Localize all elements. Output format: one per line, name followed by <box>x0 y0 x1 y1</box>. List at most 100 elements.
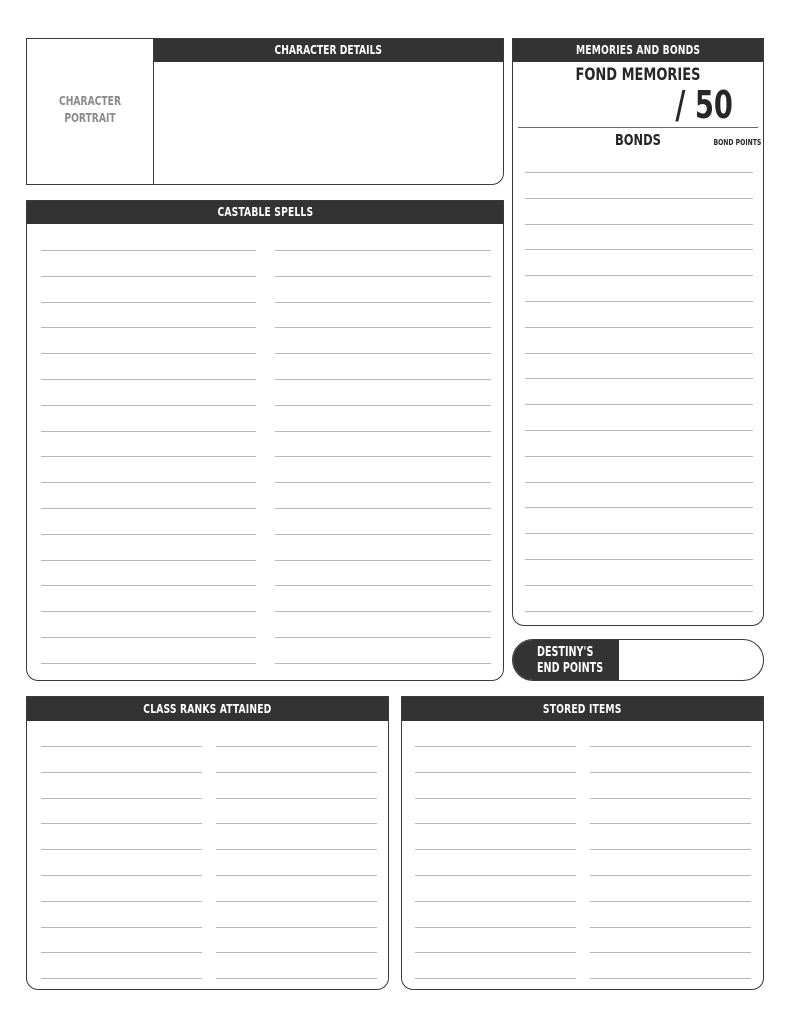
class-ranks-lines[interactable] <box>27 697 388 989</box>
writing-line[interactable] <box>41 301 256 303</box>
writing-line[interactable] <box>41 508 256 509</box>
writing-line[interactable] <box>525 301 753 302</box>
writing-line[interactable] <box>41 559 256 561</box>
writing-line[interactable] <box>275 611 491 613</box>
writing-line[interactable] <box>415 978 576 980</box>
writing-line[interactable] <box>415 797 576 799</box>
stored-items-lines[interactable] <box>402 697 763 989</box>
writing-line[interactable] <box>590 875 751 876</box>
writing-line[interactable] <box>41 746 202 747</box>
writing-line[interactable] <box>275 275 491 277</box>
writing-line[interactable] <box>41 456 256 458</box>
character-details-field[interactable] <box>154 62 503 184</box>
writing-line[interactable] <box>41 900 202 902</box>
writing-line[interactable] <box>275 508 491 509</box>
writing-line[interactable] <box>41 353 256 355</box>
writing-line[interactable] <box>41 875 202 876</box>
writing-line[interactable] <box>525 584 753 586</box>
writing-line[interactable] <box>415 746 576 747</box>
writing-line[interactable] <box>41 978 202 980</box>
writing-line[interactable] <box>275 482 491 484</box>
bonds-lines[interactable] <box>513 39 763 625</box>
writing-line[interactable] <box>525 455 753 457</box>
writing-line[interactable] <box>275 533 491 535</box>
writing-line[interactable] <box>525 197 753 199</box>
writing-line[interactable] <box>275 250 491 251</box>
writing-line[interactable] <box>41 275 256 277</box>
writing-line[interactable] <box>590 823 751 825</box>
writing-line[interactable] <box>525 249 753 251</box>
writing-line[interactable] <box>525 507 753 509</box>
writing-line[interactable] <box>525 326 753 328</box>
writing-line[interactable] <box>216 952 377 954</box>
writing-line[interactable] <box>41 771 202 773</box>
writing-line[interactable] <box>590 746 751 747</box>
writing-line[interactable] <box>41 379 256 380</box>
writing-line[interactable] <box>216 900 377 902</box>
writing-line[interactable] <box>275 456 491 458</box>
writing-line[interactable] <box>525 378 753 380</box>
writing-line[interactable] <box>41 637 256 638</box>
writing-line[interactable] <box>41 926 202 928</box>
spell-lines[interactable] <box>27 201 503 680</box>
writing-line[interactable] <box>41 533 256 535</box>
writing-line[interactable] <box>41 585 256 587</box>
writing-line[interactable] <box>216 849 377 851</box>
writing-line[interactable] <box>525 533 753 535</box>
writing-line[interactable] <box>216 875 377 876</box>
writing-line[interactable] <box>41 327 256 329</box>
writing-line[interactable] <box>415 875 576 876</box>
writing-line[interactable] <box>590 849 751 851</box>
writing-line[interactable] <box>590 900 751 902</box>
writing-line[interactable] <box>415 900 576 902</box>
writing-line[interactable] <box>590 952 751 954</box>
writing-line[interactable] <box>590 771 751 773</box>
writing-line[interactable] <box>275 379 491 380</box>
writing-line[interactable] <box>275 404 491 406</box>
writing-line[interactable] <box>41 250 256 251</box>
writing-line[interactable] <box>275 301 491 303</box>
portrait-label-line1: CHARACTER <box>58 94 122 108</box>
writing-line[interactable] <box>41 797 202 799</box>
writing-line[interactable] <box>275 585 491 587</box>
writing-line[interactable] <box>275 662 491 664</box>
writing-line[interactable] <box>216 797 377 799</box>
writing-line[interactable] <box>275 559 491 561</box>
destiny-end-points-input[interactable] <box>619 640 763 680</box>
writing-line[interactable] <box>415 849 576 851</box>
writing-line[interactable] <box>275 637 491 638</box>
writing-line[interactable] <box>525 172 753 173</box>
writing-line[interactable] <box>415 823 576 825</box>
writing-line[interactable] <box>216 823 377 825</box>
writing-line[interactable] <box>525 404 753 406</box>
writing-line[interactable] <box>415 771 576 773</box>
writing-line[interactable] <box>216 771 377 773</box>
writing-line[interactable] <box>41 404 256 406</box>
writing-line[interactable] <box>590 797 751 799</box>
writing-line[interactable] <box>216 926 377 928</box>
writing-line[interactable] <box>216 746 377 747</box>
writing-line[interactable] <box>525 352 753 354</box>
writing-line[interactable] <box>525 481 753 483</box>
writing-line[interactable] <box>41 849 202 851</box>
writing-line[interactable] <box>275 353 491 355</box>
writing-line[interactable] <box>525 430 753 431</box>
writing-line[interactable] <box>41 823 202 825</box>
writing-line[interactable] <box>525 610 753 612</box>
writing-line[interactable] <box>590 926 751 928</box>
writing-line[interactable] <box>41 952 202 954</box>
writing-line[interactable] <box>41 430 256 432</box>
writing-line[interactable] <box>415 952 576 954</box>
writing-line[interactable] <box>525 559 753 560</box>
writing-line[interactable] <box>41 482 256 484</box>
writing-line[interactable] <box>415 926 576 928</box>
writing-line[interactable] <box>275 430 491 432</box>
writing-line[interactable] <box>41 611 256 613</box>
writing-line[interactable] <box>590 978 751 980</box>
character-portrait-area[interactable]: CHARACTER PORTRAIT <box>27 39 154 184</box>
writing-line[interactable] <box>525 275 753 277</box>
writing-line[interactable] <box>525 223 753 225</box>
writing-line[interactable] <box>216 978 377 980</box>
writing-line[interactable] <box>275 327 491 329</box>
writing-line[interactable] <box>41 662 256 664</box>
